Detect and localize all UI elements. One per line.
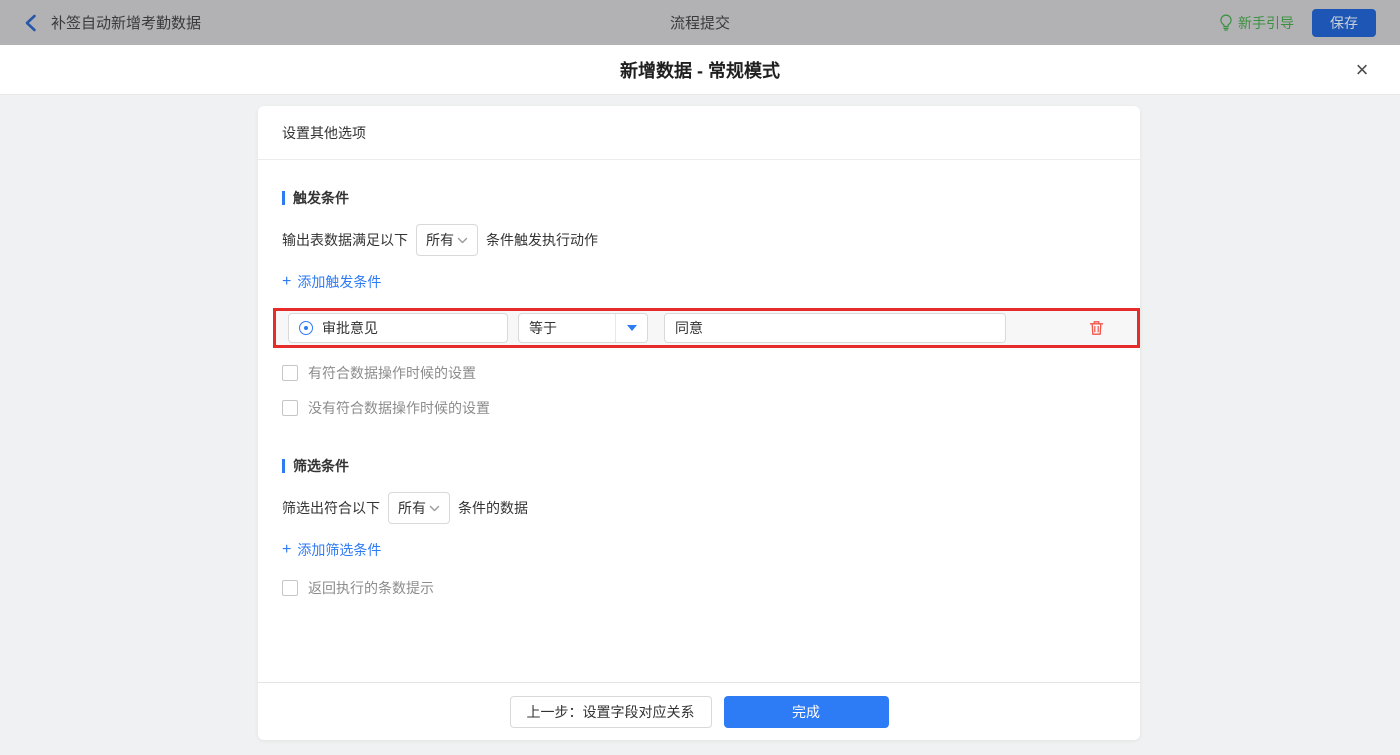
topbar: 补签自动新增考勤数据 流程提交 新手引导 保存 xyxy=(0,0,1400,45)
panel-header: 设置其他选项 xyxy=(258,106,1140,160)
save-button[interactable]: 保存 xyxy=(1312,9,1376,37)
chevron-down-icon xyxy=(457,237,468,244)
option-count-hint[interactable]: 返回执行的条数提示 xyxy=(282,578,434,598)
options-panel: 设置其他选项 触发条件 输出表数据满足以下 所有 条件触发执行动作 + 添 xyxy=(258,106,1140,740)
section-accent-bar xyxy=(282,191,285,205)
plus-icon: + xyxy=(282,543,291,557)
trigger-section-title: 触发条件 xyxy=(282,188,1116,208)
trigger-sentence-prefix: 输出表数据满足以下 xyxy=(282,230,408,250)
filter-match-sentence: 筛选出符合以下 所有 条件的数据 xyxy=(282,492,1116,524)
lightbulb-icon xyxy=(1219,14,1233,31)
beginner-guide-link[interactable]: 新手引导 xyxy=(1219,13,1294,33)
modal-body: 设置其他选项 触发条件 输出表数据满足以下 所有 条件触发执行动作 + 添 xyxy=(0,95,1400,755)
filter-sentence-suffix: 条件的数据 xyxy=(458,498,528,518)
topbar-center-title: 流程提交 xyxy=(0,12,1400,33)
delete-condition-button[interactable] xyxy=(1089,320,1104,336)
panel-body: 触发条件 输出表数据满足以下 所有 条件触发执行动作 + 添加触发条件 xyxy=(258,160,1140,682)
trigger-match-select-value: 所有 xyxy=(426,230,454,250)
condition-field-label: 审批意见 xyxy=(322,318,378,338)
plus-icon: + xyxy=(282,275,291,289)
triangle-down-icon xyxy=(627,325,637,331)
condition-value-input[interactable] xyxy=(664,313,1006,343)
option-with-match[interactable]: 有符合数据操作时候的设置 xyxy=(282,363,476,383)
filter-sentence-prefix: 筛选出符合以下 xyxy=(282,498,380,518)
filter-match-select-value: 所有 xyxy=(398,498,426,518)
checkbox-icon[interactable] xyxy=(282,400,298,416)
filter-match-select[interactable]: 所有 xyxy=(388,492,450,524)
add-trigger-condition-link[interactable]: + 添加触发条件 xyxy=(282,272,381,292)
chevron-left-icon xyxy=(24,14,37,32)
condition-operator-select[interactable]: 等于 xyxy=(518,313,648,343)
beginner-guide-label: 新手引导 xyxy=(1238,13,1294,33)
option-without-match[interactable]: 没有符合数据操作时候的设置 xyxy=(282,398,490,418)
trigger-match-select[interactable]: 所有 xyxy=(416,224,478,256)
add-filter-condition-link[interactable]: + 添加筛选条件 xyxy=(282,540,381,560)
modal-header: 新增数据 - 常规模式 × xyxy=(0,45,1400,95)
condition-operator-label: 等于 xyxy=(519,318,615,338)
panel-footer: 上一步：设置字段对应关系 完成 xyxy=(258,682,1140,740)
trigger-sentence-suffix: 条件触发执行动作 xyxy=(486,230,598,250)
annotation-highlight: 审批意见 等于 xyxy=(273,308,1140,348)
checkbox-icon[interactable] xyxy=(282,580,298,596)
operator-caret-zone[interactable] xyxy=(615,314,647,342)
close-icon[interactable]: × xyxy=(1348,56,1376,84)
trash-icon xyxy=(1089,320,1104,336)
trigger-condition-row: 审批意见 等于 xyxy=(276,311,1137,345)
radio-option-icon xyxy=(299,321,313,335)
previous-step-button[interactable]: 上一步：设置字段对应关系 xyxy=(510,696,712,728)
condition-field-select[interactable]: 审批意见 xyxy=(288,313,508,343)
section-accent-bar xyxy=(282,459,285,473)
finish-button[interactable]: 完成 xyxy=(724,696,889,728)
back-button[interactable] xyxy=(24,14,37,32)
filter-section-title: 筛选条件 xyxy=(282,456,1116,476)
chevron-down-icon xyxy=(429,505,440,512)
checkbox-icon[interactable] xyxy=(282,365,298,381)
modal-title: 新增数据 - 常规模式 xyxy=(620,57,780,83)
workflow-title: 补签自动新增考勤数据 xyxy=(51,12,201,33)
trigger-match-sentence: 输出表数据满足以下 所有 条件触发执行动作 xyxy=(282,224,1116,256)
